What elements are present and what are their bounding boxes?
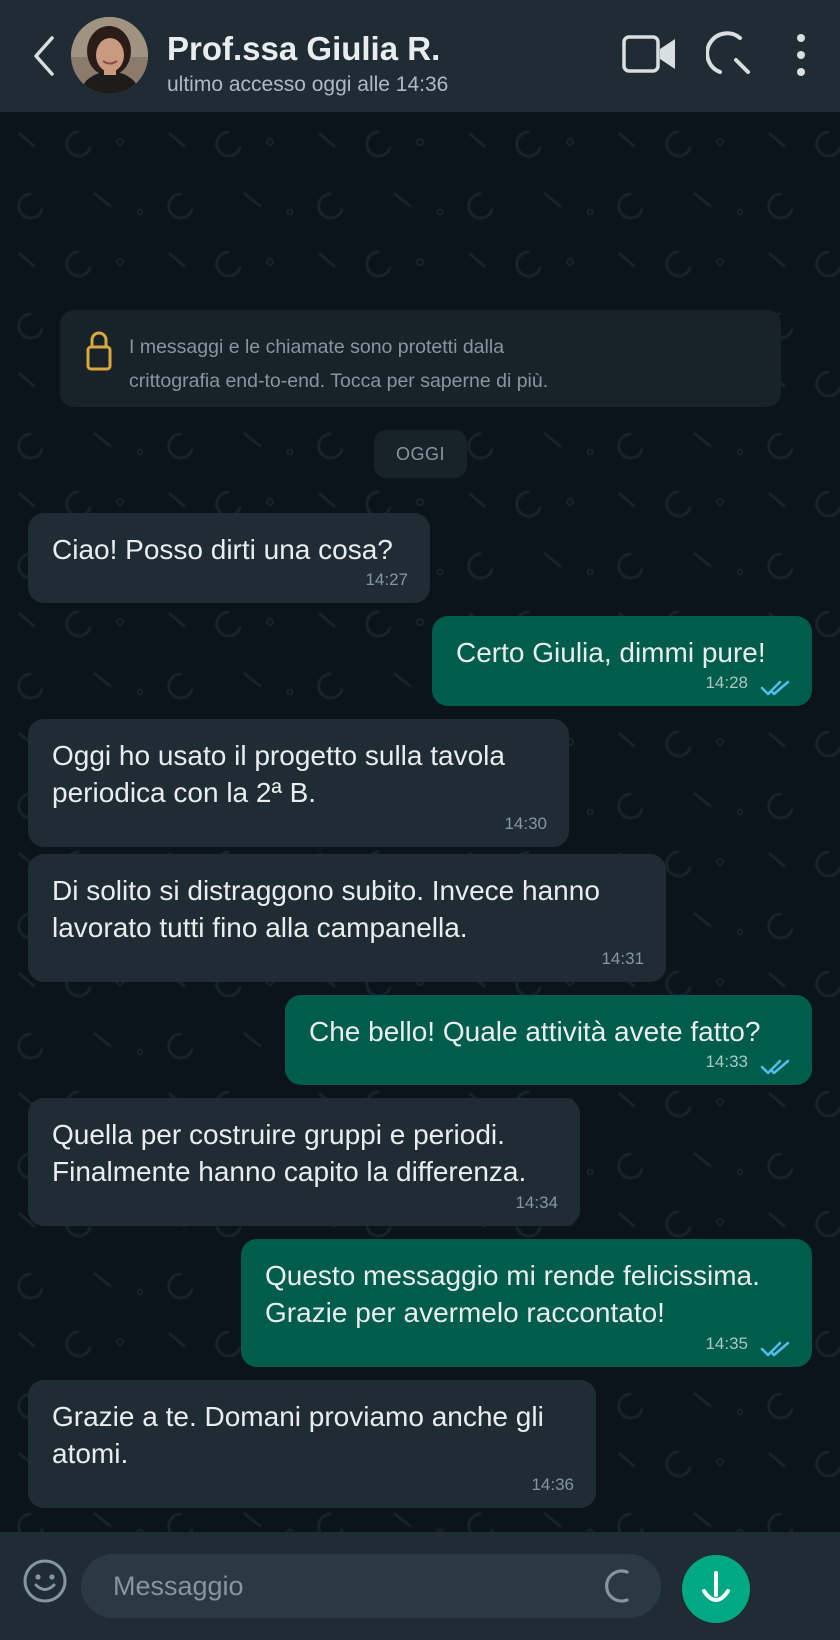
message-bubble-incoming[interactable]: Quella per costruire gruppi e periodi. F… — [28, 1098, 580, 1226]
chevron-left-icon — [34, 36, 54, 76]
message-field-container — [81, 1554, 661, 1618]
contact-name[interactable]: Prof.ssa Giulia R. — [167, 30, 440, 68]
message-time: 14:34 — [515, 1193, 558, 1212]
message-bubble-incoming[interactable]: Grazie a te. Domani proviamo anche gli a… — [28, 1380, 596, 1508]
message-text: Questo messaggio mi rende felicissima. G… — [265, 1260, 760, 1328]
message-time: 14:35 — [705, 1334, 748, 1353]
message-time: 14:27 — [365, 570, 408, 589]
message-time: 14:36 — [531, 1475, 574, 1494]
encryption-notice-text: I messaggi e le chiamate sono protetti d… — [129, 330, 759, 398]
read-receipt-icon — [760, 1059, 790, 1075]
message-text: Oggi ho usato il progetto sulla tavola p… — [52, 740, 505, 808]
avatar[interactable] — [71, 17, 148, 94]
message-bubble-incoming[interactable]: Oggi ho usato il progetto sulla tavola p… — [28, 719, 569, 847]
date-divider: OGGI — [374, 430, 467, 478]
message-text: Di solito si distraggono subito. Invece … — [52, 875, 600, 943]
message-time: 14:30 — [504, 814, 547, 833]
contact-photo — [71, 17, 148, 94]
attachment-button[interactable] — [601, 1568, 637, 1604]
phone-call-icon — [705, 31, 750, 74]
message-input[interactable] — [113, 1554, 573, 1618]
message-time: 14:33 — [705, 1052, 748, 1071]
message-time: 14:31 — [601, 949, 644, 968]
encryption-notice-line-2: crittografia end-to-end. Tocca per saper… — [129, 370, 549, 392]
read-receipt-icon — [760, 1341, 790, 1357]
message-bubble-incoming[interactable]: Ciao! Posso dirti una cosa? 14:27 — [28, 513, 430, 603]
message-composer — [0, 1532, 840, 1640]
chat-header: Prof.ssa Giulia R. ultimo accesso oggi a… — [0, 0, 840, 112]
kebab-menu-icon — [797, 34, 805, 76]
message-text: Ciao! Posso dirti una cosa? — [52, 534, 393, 565]
message-time: 14:28 — [705, 673, 748, 692]
message-text: Quella per costruire gruppi e periodi. F… — [52, 1119, 527, 1187]
last-seen-status: ultimo accesso oggi alle 14:36 — [167, 73, 449, 96]
voice-call-button[interactable] — [705, 30, 754, 78]
message-bubble-outgoing[interactable]: Certo Giulia, dimmi pure! 14:28 — [432, 616, 812, 706]
message-bubble-incoming[interactable]: Di solito si distraggono subito. Invece … — [28, 854, 666, 982]
encryption-notice-line-1: I messaggi e le chiamate sono protetti d… — [129, 336, 505, 358]
back-button[interactable] — [26, 28, 62, 84]
message-bubble-outgoing[interactable]: Questo messaggio mi rende felicissima. G… — [241, 1239, 812, 1367]
lock-icon — [86, 331, 112, 371]
message-bubble-outgoing[interactable]: Che bello! Quale attività avete fatto? 1… — [285, 995, 812, 1085]
voice-message-button[interactable] — [682, 1555, 750, 1623]
emoji-icon — [23, 1559, 67, 1603]
microphone-icon — [702, 1571, 730, 1602]
video-call-button[interactable] — [622, 34, 678, 74]
conversation-area[interactable]: I messaggi e le chiamate sono protetti d… — [0, 112, 840, 1532]
video-camera-icon — [622, 35, 675, 73]
attachment-icon — [605, 1569, 629, 1603]
message-text: Grazie a te. Domani proviamo anche gli a… — [52, 1401, 544, 1469]
encryption-notice[interactable]: I messaggi e le chiamate sono protetti d… — [60, 310, 781, 407]
more-options-button[interactable] — [790, 30, 812, 80]
emoji-button[interactable] — [22, 1558, 68, 1604]
read-receipt-icon — [760, 680, 790, 696]
